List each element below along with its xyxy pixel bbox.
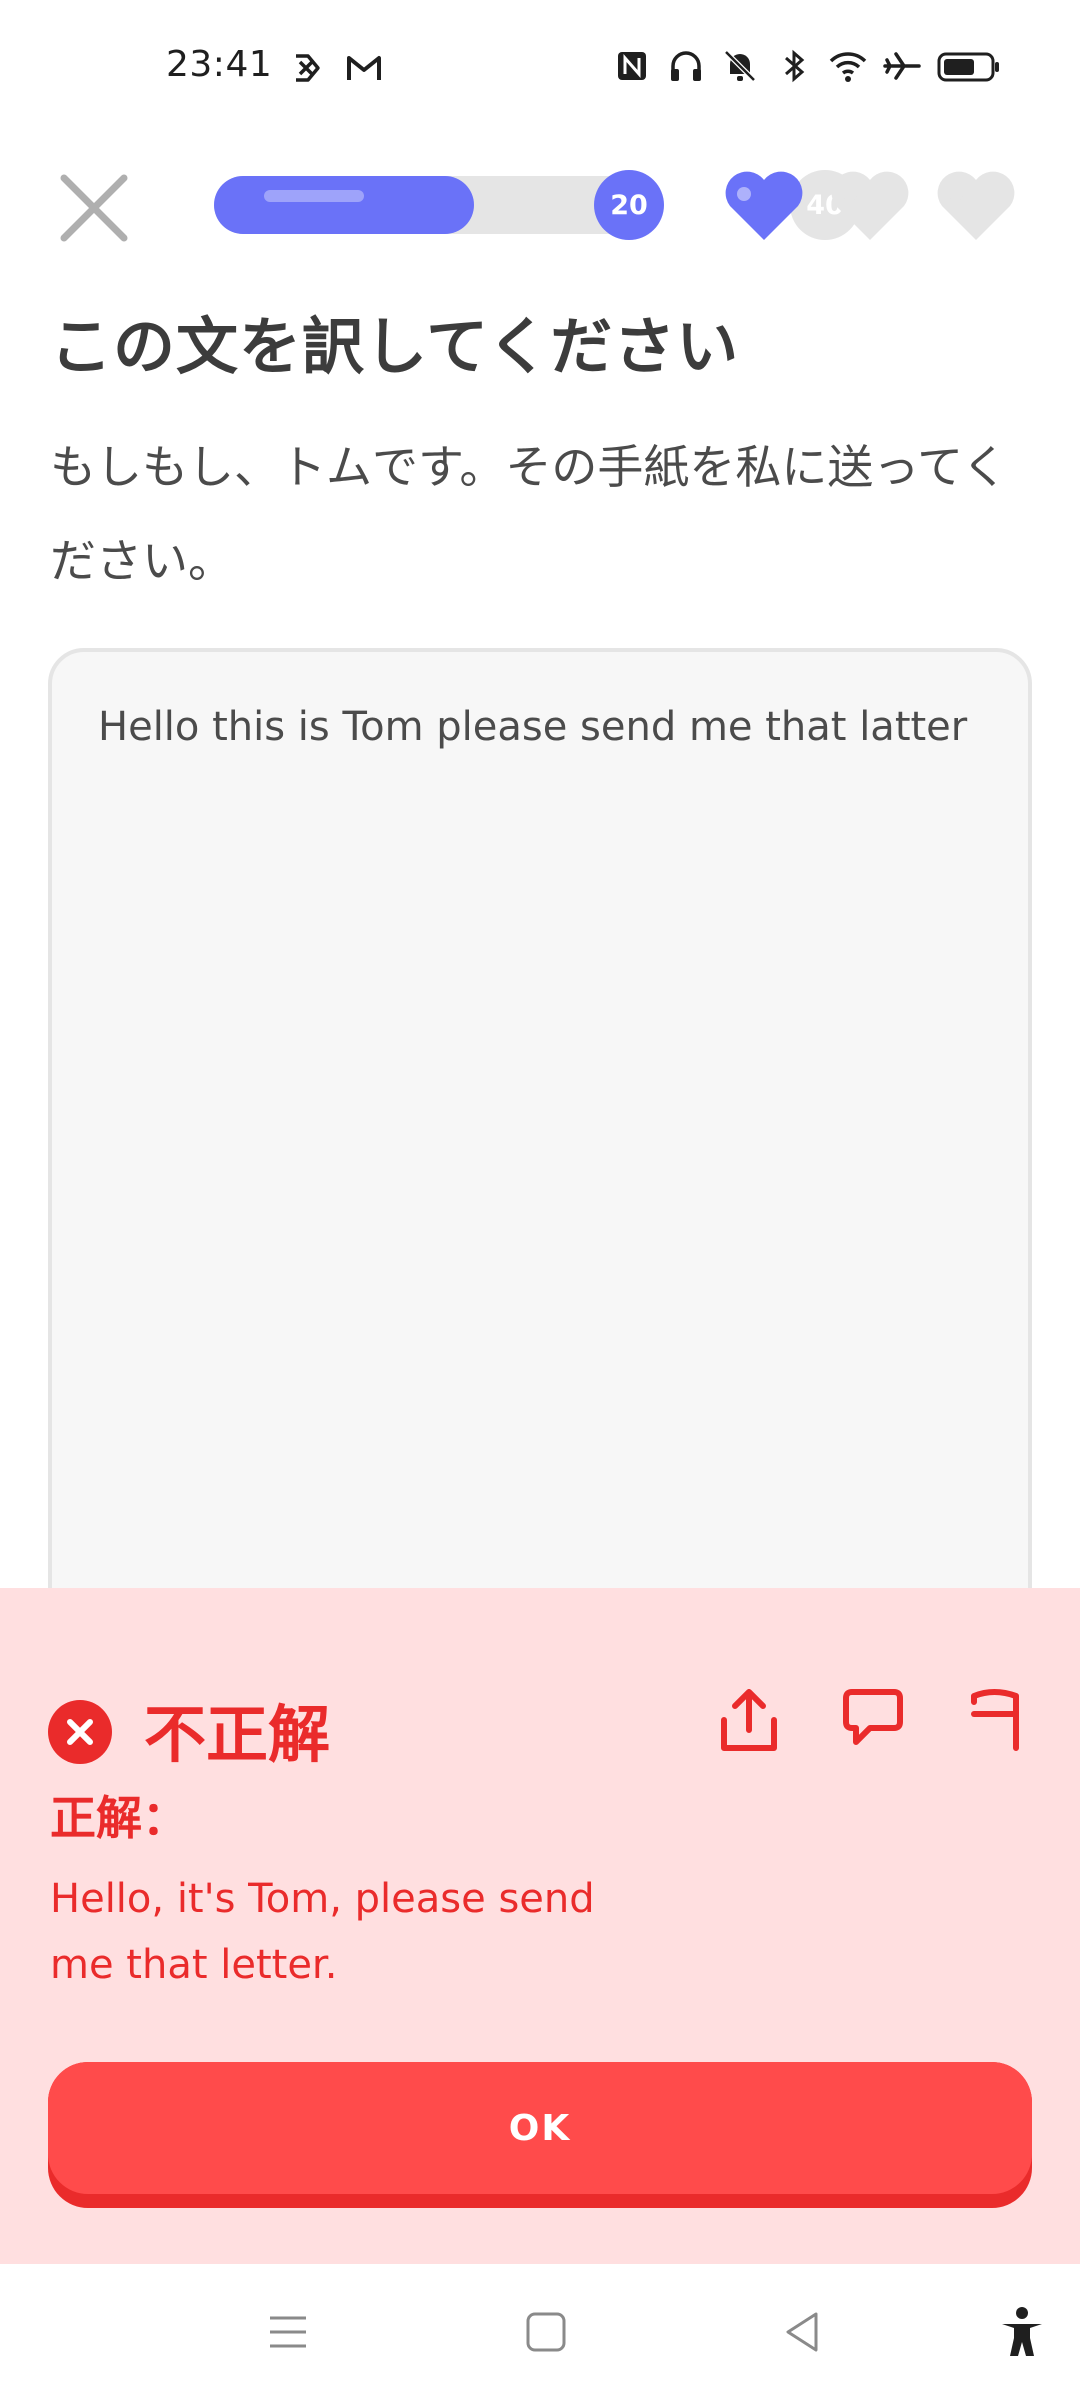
feedback-actions (716, 1684, 1026, 1756)
feedback-status: 不正解 (144, 1698, 331, 1771)
mail-icon (347, 56, 381, 80)
correct-answer-label: 正解： (50, 1791, 188, 1845)
progress-highlight (264, 190, 364, 202)
lesson-progress-bar: 20 40 (214, 170, 860, 240)
status-bar: 23:41 (0, 0, 1080, 140)
status-time: 23:41 (166, 44, 273, 85)
report-flag-icon[interactable] (960, 1684, 1026, 1756)
source-sentence[interactable]: もしもし、トムです。その手紙を私に送ってください。 (50, 420, 1030, 608)
home-icon[interactable] (518, 2304, 574, 2360)
accessibility-icon[interactable] (994, 2304, 1050, 2360)
bell-muted-icon (724, 50, 756, 82)
ok-button-label[interactable]: OK (48, 2062, 1032, 2194)
wifi-icon (829, 52, 867, 82)
share-icon[interactable] (716, 1684, 782, 1756)
menu-icon[interactable] (260, 2304, 316, 2360)
feedback-panel: 不正解 正解： Hello, it's Tom, please send me … (0, 1588, 1080, 2264)
progress-fill (214, 176, 474, 234)
ok-button[interactable]: OK (48, 2062, 1032, 2208)
airplane-icon (883, 52, 921, 80)
status-system-icons (612, 46, 1002, 86)
comment-icon[interactable] (838, 1684, 904, 1756)
heart-empty-icon (831, 171, 909, 240)
answer-text[interactable]: Hello this is Tom please send me that la… (98, 694, 978, 760)
battery-icon (937, 52, 999, 82)
headphones-icon (671, 51, 701, 81)
heart-filled-icon (725, 171, 803, 240)
sync-icon (296, 54, 320, 82)
status-notification-icons (286, 48, 384, 88)
heart-empty-icon (937, 171, 1015, 240)
system-nav-bar (0, 2264, 1080, 2400)
nfc-icon (618, 52, 646, 80)
bluetooth-icon (785, 49, 805, 83)
correct-answer-text: Hello, it's Tom, please send me that let… (50, 1876, 595, 1988)
exercise-title: この文を訳してください (50, 310, 740, 383)
hearts (722, 168, 1018, 244)
incorrect-icon (48, 1700, 112, 1764)
back-icon[interactable] (776, 2304, 832, 2360)
progress-current-marker: 20 (594, 170, 664, 240)
answer-textarea[interactable]: Hello this is Tom please send me that la… (48, 648, 1032, 1708)
close-icon[interactable] (56, 170, 132, 246)
